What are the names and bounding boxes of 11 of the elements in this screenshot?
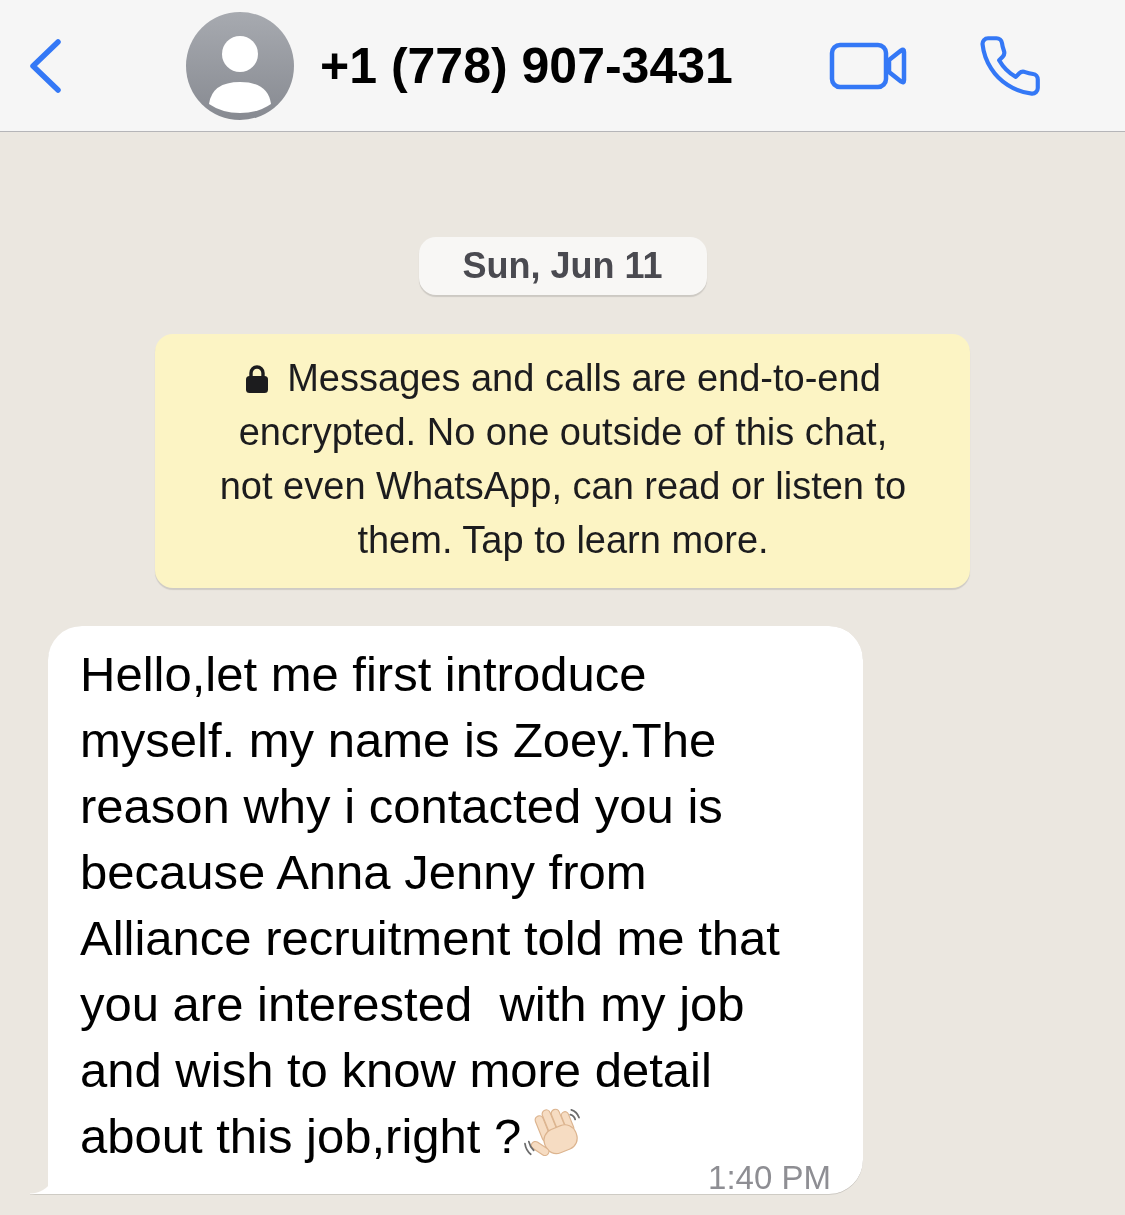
avatar-icon[interactable] <box>186 11 294 120</box>
date-header: Sun, Jun 11 <box>418 237 707 295</box>
encryption-notice[interactable]: Messages and calls are end-to-end encrypted. No one outside of this chat, not even WhatsApp, can read or listen to them. Tap to learn more. <box>155 334 970 588</box>
encryption-notice-text: Messages and calls are end-to-end encrypted. No one outside of this chat, not even WhatsApp, can read or listen to them. Tap to learn more. <box>219 357 907 561</box>
lock-icon <box>245 364 270 394</box>
video-camera-icon[interactable] <box>829 41 907 90</box>
phone-icon[interactable] <box>980 35 1040 96</box>
message-time: 1:40 PM <box>708 1165 831 1191</box>
back-icon[interactable] <box>28 37 62 94</box>
message-text: Hello,let me first introduce myself. my name is Zoey.The reason why i contacted you is because Anna Jenny from Alliance recruitment told me that you are interested with my job and wish to know more detail about this job,right ? <box>80 647 781 1163</box>
contact-name[interactable]: +1 (778) 907-3431 <box>320 36 733 95</box>
